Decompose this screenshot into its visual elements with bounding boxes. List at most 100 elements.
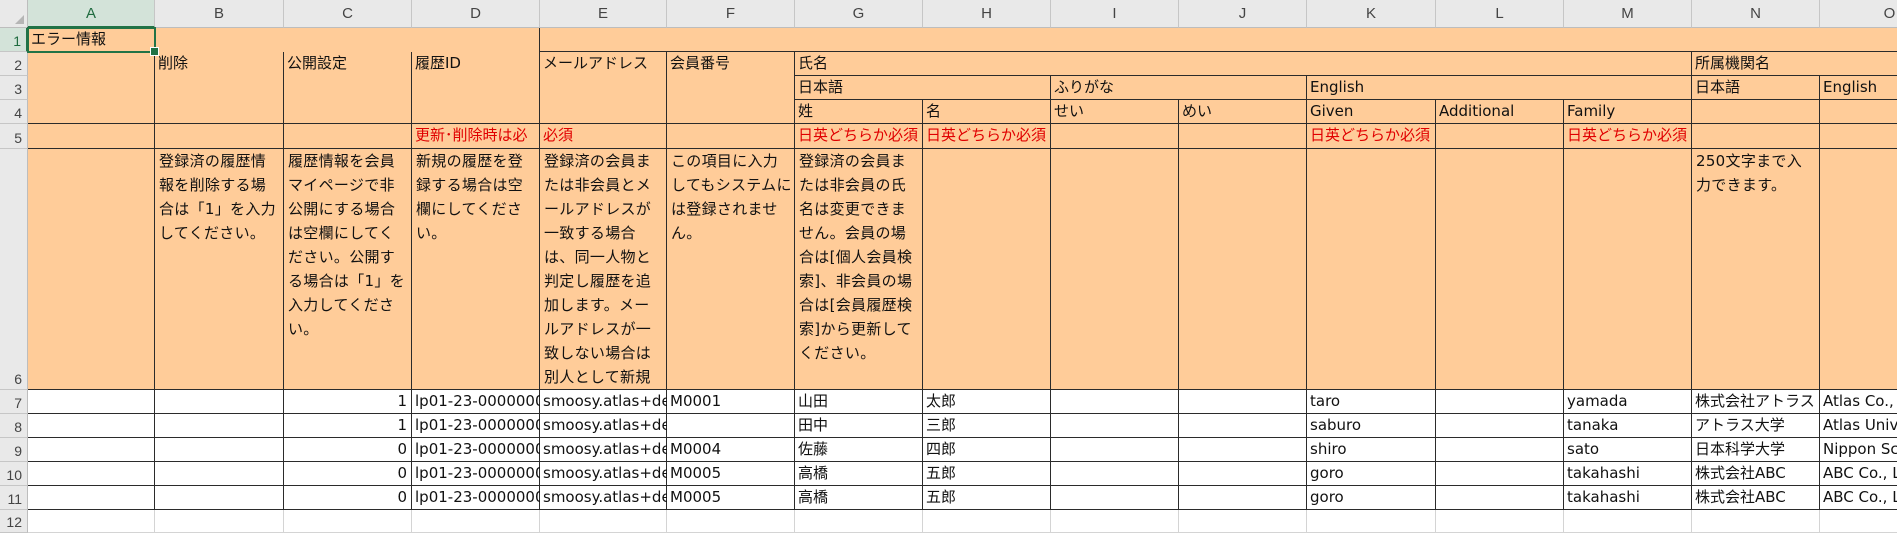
- cell-affiliation-en[interactable]: ABC Co., Lt: [1820, 486, 1897, 510]
- cell-affiliation-en[interactable]: Nippon Scie: [1820, 438, 1897, 462]
- column-header-i[interactable]: I: [1051, 0, 1179, 28]
- cell-mei[interactable]: 五郎: [923, 486, 1051, 510]
- cell-publish[interactable]: 0: [284, 438, 412, 462]
- cell-publish[interactable]: 0: [284, 462, 412, 486]
- cell-history-id[interactable]: lp01-23-00000006: [412, 486, 540, 510]
- cell-publish[interactable]: 0: [284, 486, 412, 510]
- cell-sei[interactable]: 高橋: [795, 486, 923, 510]
- cell-email[interactable]: smoosy.atlas+demo0: [540, 486, 667, 510]
- cell-email-header[interactable]: メールアドレス: [540, 52, 667, 76]
- cell-required-family[interactable]: 日英どちらか必須: [1564, 124, 1692, 149]
- cell-affiliation-en[interactable]: Atlas Univer: [1820, 414, 1897, 438]
- cell-sei[interactable]: 田中: [795, 414, 923, 438]
- cell-name-english-header[interactable]: English: [1307, 76, 1692, 100]
- column-header-e[interactable]: E: [540, 0, 667, 28]
- cell-mei[interactable]: 太郎: [923, 390, 1051, 414]
- cell-mei-kana-header[interactable]: めい: [1179, 100, 1307, 124]
- cell-affiliation-ja[interactable]: 日本科学大学: [1692, 438, 1820, 462]
- cell-given[interactable]: taro: [1307, 390, 1436, 414]
- cell-sei[interactable]: 佐藤: [795, 438, 923, 462]
- cell-sei-header[interactable]: 姓: [795, 100, 923, 124]
- cell-affiliation-ja-header[interactable]: 日本語: [1692, 76, 1820, 100]
- column-header-m[interactable]: M: [1564, 0, 1692, 28]
- row-header-1[interactable]: 1: [0, 28, 28, 52]
- cell-email[interactable]: smoosy.atlas+demo0: [540, 462, 667, 486]
- cell-affiliation-ja[interactable]: 株式会社ABC: [1692, 486, 1820, 510]
- cell-history-id[interactable]: lp01-23-00000005: [412, 462, 540, 486]
- column-header-h[interactable]: H: [923, 0, 1051, 28]
- cell-additional-header[interactable]: Additional: [1436, 100, 1564, 124]
- cell-required-mei[interactable]: 日英どちらか必須: [923, 124, 1051, 149]
- cell-name-header[interactable]: 氏名: [795, 52, 1692, 76]
- column-header-d[interactable]: D: [412, 0, 540, 28]
- cell-sei[interactable]: 高橋: [795, 462, 923, 486]
- cell-affiliation-en[interactable]: Atlas Co., Lt: [1820, 390, 1897, 414]
- column-header-g[interactable]: G: [795, 0, 923, 28]
- row-header-5[interactable]: 5: [0, 124, 28, 149]
- select-all-corner[interactable]: [0, 0, 28, 28]
- row-header-12[interactable]: 12: [0, 510, 28, 533]
- column-header-f[interactable]: F: [667, 0, 795, 28]
- cell-member-no[interactable]: M0001: [667, 390, 795, 414]
- cell-member-no[interactable]: M0005: [667, 486, 795, 510]
- row-header-6[interactable]: 6: [0, 149, 28, 390]
- row-header-7[interactable]: 7: [0, 390, 28, 414]
- cell-note-delete[interactable]: 登録済の履歴情報を削除する場合は「1」を入力してください。: [155, 149, 284, 390]
- cell-required-given[interactable]: 日英どちらか必須: [1307, 124, 1436, 149]
- column-header-n[interactable]: N: [1692, 0, 1820, 28]
- cell-note-history-id[interactable]: 新規の履歴を登録する場合は空欄にしてください。: [412, 149, 540, 390]
- cell-email[interactable]: smoosy.atlas+demo0: [540, 390, 667, 414]
- column-header-j[interactable]: J: [1179, 0, 1307, 28]
- cell-member-no[interactable]: [667, 414, 795, 438]
- cell-note-publish[interactable]: 履歴情報を会員マイページで非公開にする場合は空欄にしてください。公開する場合は「…: [284, 149, 412, 390]
- cell-given-header[interactable]: Given: [1307, 100, 1436, 124]
- cell-family[interactable]: tanaka: [1564, 414, 1692, 438]
- cell-required-sei[interactable]: 日英どちらか必須: [795, 124, 923, 149]
- cell-history-id-header[interactable]: 履歴ID: [412, 52, 540, 76]
- cell-note-name[interactable]: 登録済の会員または非会員の氏名は変更できません。会員の場合は[個人会員検索]、非…: [795, 149, 923, 390]
- row-header-2[interactable]: 2: [0, 52, 28, 76]
- row-header-9[interactable]: 9: [0, 438, 28, 462]
- cell-affiliation-ja[interactable]: 株式会社ABC: [1692, 462, 1820, 486]
- cell-publish[interactable]: 1: [284, 414, 412, 438]
- cell-affiliation-en[interactable]: ABC Co., Lt: [1820, 462, 1897, 486]
- cell-furigana-header[interactable]: ふりがな: [1051, 76, 1307, 100]
- cell-family[interactable]: yamada: [1564, 390, 1692, 414]
- cell-affiliation-en-header[interactable]: English: [1820, 76, 1897, 100]
- row-header-10[interactable]: 10: [0, 462, 28, 486]
- column-header-a[interactable]: A: [28, 0, 155, 28]
- row-header-3[interactable]: 3: [0, 76, 28, 100]
- column-header-k[interactable]: K: [1307, 0, 1436, 28]
- cell-given[interactable]: shiro: [1307, 438, 1436, 462]
- cell-family-header[interactable]: Family: [1564, 100, 1692, 124]
- cell-history-id[interactable]: lp01-23-00000001: [412, 390, 540, 414]
- cell-history-id[interactable]: lp01-23-00000004: [412, 438, 540, 462]
- cell-note-affiliation[interactable]: 250文字まで入力できます。: [1692, 149, 1820, 390]
- column-header-o[interactable]: O: [1820, 0, 1897, 28]
- cell-member-no[interactable]: M0004: [667, 438, 795, 462]
- cell-family[interactable]: takahashi: [1564, 462, 1692, 486]
- cell-affiliation-header[interactable]: 所属機関名: [1692, 52, 1897, 76]
- cell-sei[interactable]: 山田: [795, 390, 923, 414]
- cell-given[interactable]: saburo: [1307, 414, 1436, 438]
- column-header-b[interactable]: B: [155, 0, 284, 28]
- cell-email[interactable]: smoosy.atlas+demo0: [540, 414, 667, 438]
- cell-affiliation-ja[interactable]: アトラス大学: [1692, 414, 1820, 438]
- cell-delete-header[interactable]: 削除: [155, 52, 284, 76]
- column-header-c[interactable]: C: [284, 0, 412, 28]
- cell-family[interactable]: takahashi: [1564, 486, 1692, 510]
- cell-publish[interactable]: 1: [284, 390, 412, 414]
- cell-note-member-no[interactable]: この項目に入力してもシステムには登録されません。: [667, 149, 795, 390]
- column-header-l[interactable]: L: [1436, 0, 1564, 28]
- cell-mei[interactable]: 五郎: [923, 462, 1051, 486]
- cell-given[interactable]: goro: [1307, 462, 1436, 486]
- cell-member-no[interactable]: M0005: [667, 462, 795, 486]
- cell-name-ja-header[interactable]: 日本語: [795, 76, 1051, 100]
- cell-family[interactable]: sato: [1564, 438, 1692, 462]
- cell-required-history-id[interactable]: 更新･削除時は必: [412, 124, 540, 149]
- cell-given[interactable]: goro: [1307, 486, 1436, 510]
- cell-email[interactable]: smoosy.atlas+demo0: [540, 438, 667, 462]
- cell-note-email[interactable]: 登録済の会員または非会員とメールアドレスが一致する場合は、同一人物と判定し履歴を…: [540, 149, 667, 390]
- row-header-8[interactable]: 8: [0, 414, 28, 438]
- cell-member-no-header[interactable]: 会員番号: [667, 52, 795, 76]
